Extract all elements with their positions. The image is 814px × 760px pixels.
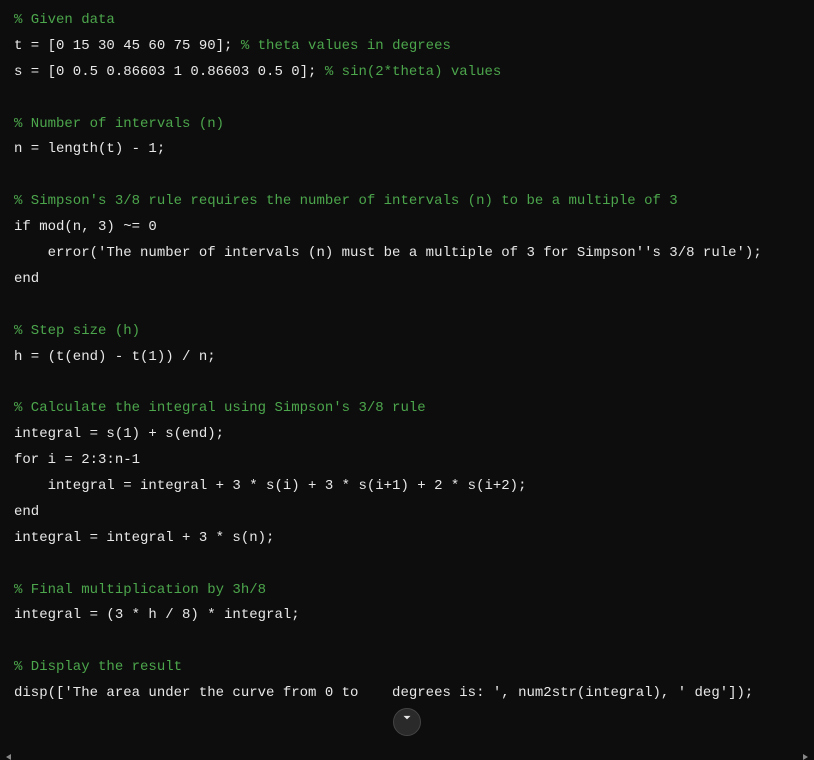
scroll-left-icon [6, 754, 11, 760]
code-line: n = length(t) - 1; [14, 137, 800, 163]
code-line [14, 163, 800, 189]
code-text: if mod(n, 3) ~= 0 [14, 219, 157, 235]
comment-text: % Final multiplication by 3h/8 [14, 582, 266, 598]
code-block: % Given data t = [0 15 30 45 60 75 90]; %… [14, 8, 800, 707]
code-line: integral = s(1) + s(end); [14, 422, 800, 448]
comment-text: % sin(2*theta) values [325, 64, 501, 80]
code-text: error('The number of intervals (n) must … [14, 245, 762, 261]
code-line: end [14, 267, 800, 293]
code-text: s = [0 0.5 0.86603 1 0.86603 0.5 0]; [14, 64, 325, 80]
comment-text: % Display the result [14, 659, 182, 675]
code-text: n = length(t) - 1; [14, 141, 165, 157]
code-line: for i = 2:3:n-1 [14, 448, 800, 474]
code-line: % Given data [14, 8, 800, 34]
code-text: integral = s(1) + s(end); [14, 426, 224, 442]
code-line: % Simpson's 3/8 rule requires the number… [14, 189, 800, 215]
code-text: integral = integral + 3 * s(n); [14, 530, 274, 546]
code-line: disp(['The area under the curve from 0 t… [14, 681, 800, 707]
comment-text: % Calculate the integral using Simpson's… [14, 400, 426, 416]
code-line [14, 552, 800, 578]
comment-text: % Simpson's 3/8 rule requires the number… [14, 193, 678, 209]
code-line: integral = (3 * h / 8) * integral; [14, 603, 800, 629]
code-line: integral = integral + 3 * s(n); [14, 526, 800, 552]
code-text: t = [0 15 30 45 60 75 90]; [14, 38, 241, 54]
code-text: end [14, 271, 39, 287]
arrow-down-icon [400, 709, 414, 735]
code-line: % Number of intervals (n) [14, 112, 800, 138]
code-line: % Step size (h) [14, 319, 800, 345]
code-text: integral = integral + 3 * s(i) + 3 * s(i… [14, 478, 526, 494]
code-line [14, 86, 800, 112]
scroll-right-icon [803, 754, 808, 760]
code-line: % Calculate the integral using Simpson's… [14, 396, 800, 422]
code-line: if mod(n, 3) ~= 0 [14, 215, 800, 241]
comment-text: % Given data [14, 12, 115, 28]
code-text: h = (t(end) - t(1)) / n; [14, 349, 216, 365]
code-line: integral = integral + 3 * s(i) + 3 * s(i… [14, 474, 800, 500]
code-line [14, 370, 800, 396]
code-text: disp(['The area under the curve from 0 t… [14, 685, 753, 701]
comment-text: % theta values in degrees [241, 38, 451, 54]
code-text: end [14, 504, 39, 520]
code-text: integral = (3 * h / 8) * integral; [14, 607, 300, 623]
comment-text: % Step size (h) [14, 323, 140, 339]
code-line [14, 629, 800, 655]
code-line: end [14, 500, 800, 526]
code-line: s = [0 0.5 0.86603 1 0.86603 0.5 0]; % s… [14, 60, 800, 86]
code-line: t = [0 15 30 45 60 75 90]; % theta value… [14, 34, 800, 60]
comment-text: % Number of intervals (n) [14, 116, 224, 132]
code-text: for i = 2:3:n-1 [14, 452, 140, 468]
code-line [14, 293, 800, 319]
scroll-down-button[interactable] [393, 708, 421, 736]
code-line: % Display the result [14, 655, 800, 681]
code-line: % Final multiplication by 3h/8 [14, 578, 800, 604]
code-line: error('The number of intervals (n) must … [14, 241, 800, 267]
code-line: h = (t(end) - t(1)) / n; [14, 345, 800, 371]
horizontal-scrollbar[interactable] [6, 754, 808, 758]
